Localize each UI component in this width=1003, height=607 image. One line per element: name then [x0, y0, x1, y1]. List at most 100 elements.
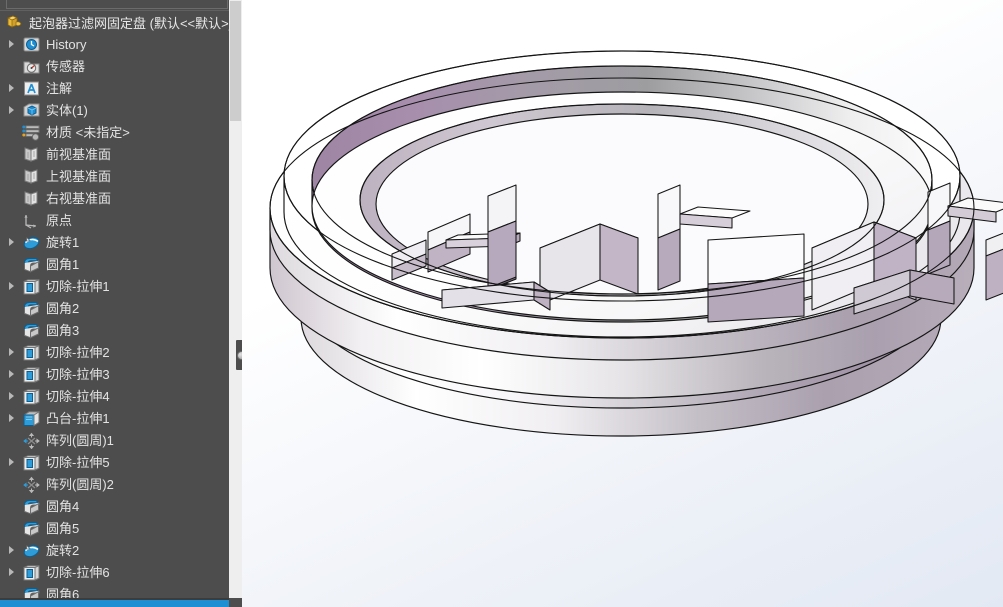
- cut-extrude-icon: [22, 344, 42, 361]
- feature-tree-item-label: History: [46, 36, 87, 52]
- feature-tree-item[interactable]: 凸台-拉伸1: [0, 407, 242, 429]
- feature-tree-item[interactable]: 阵列(圆周)1: [0, 429, 242, 451]
- feature-tree-item[interactable]: 切除-拉伸2: [0, 341, 242, 363]
- cut-extrude-icon: [22, 366, 42, 383]
- feature-tree-item-label: 旋转1: [46, 234, 80, 250]
- circular-pattern-icon: [22, 476, 42, 493]
- expand-arrow-toggle[interactable]: [0, 282, 22, 290]
- feature-tree-item-label: 圆角4: [46, 498, 80, 514]
- feature-tree-item-label: 切除-拉伸1: [46, 278, 110, 294]
- feature-tree-item[interactable]: 圆角1: [0, 253, 242, 275]
- fillet-icon: [22, 300, 42, 317]
- feature-tree-item[interactable]: 注解: [0, 77, 242, 99]
- cut-extrude-icon: [22, 278, 42, 295]
- feature-tree-list[interactable]: History 传感器 注解 实体(1) 材质 <未指定> 前视基准面 上视基准…: [0, 33, 242, 602]
- expand-arrow-toggle[interactable]: [0, 106, 22, 114]
- expand-arrow-toggle[interactable]: [0, 546, 22, 554]
- chevron-right-icon: [8, 106, 14, 114]
- history-icon: [22, 36, 42, 53]
- feature-tree-item[interactable]: 上视基准面: [0, 165, 242, 187]
- expand-arrow-toggle[interactable]: [0, 84, 22, 92]
- chevron-right-icon: [8, 40, 14, 48]
- document-title: 起泡器过滤网固定盘 (默认<<默认>_显: [29, 15, 242, 31]
- revolve-icon: [22, 542, 42, 559]
- chevron-right-icon: [8, 84, 14, 92]
- feature-tree-item-label: 圆角3: [46, 322, 80, 338]
- feature-tree-item-label: 前视基准面: [46, 146, 112, 162]
- expand-arrow-toggle[interactable]: [0, 40, 22, 48]
- feature-tree-item[interactable]: 右视基准面: [0, 187, 242, 209]
- feature-tree-item-label: 切除-拉伸3: [46, 366, 110, 382]
- feature-tree-item-label: 上视基准面: [46, 168, 112, 184]
- feature-tree-item[interactable]: 切除-拉伸3: [0, 363, 242, 385]
- chevron-right-icon: [8, 348, 14, 356]
- feature-tree-item[interactable]: History: [0, 33, 242, 55]
- feature-tree-item[interactable]: 阵列(圆周)2: [0, 473, 242, 495]
- panel-tab-strip[interactable]: [6, 0, 228, 9]
- tree-horizontal-scrollbar-thumb[interactable]: [0, 600, 229, 607]
- feature-tree-item[interactable]: 圆角5: [0, 517, 242, 539]
- chevron-right-icon: [8, 458, 14, 466]
- feature-tree-item[interactable]: 圆角3: [0, 319, 242, 341]
- feature-manager-panel: 起泡器过滤网固定盘 (默认<<默认>_显 History 传感器 注解 实体(1…: [0, 0, 242, 607]
- sensors-icon: [22, 58, 42, 75]
- expand-arrow-toggle[interactable]: [0, 458, 22, 466]
- feature-tree-item[interactable]: 切除-拉伸1: [0, 275, 242, 297]
- feature-tree-item-label: 材质 <未指定>: [46, 124, 130, 140]
- feature-tree-item[interactable]: 材质 <未指定>: [0, 121, 242, 143]
- feature-tree-item-label: 切除-拉伸5: [46, 454, 110, 470]
- cut-extrude-icon: [22, 564, 42, 581]
- feature-tree-item[interactable]: 圆角4: [0, 495, 242, 517]
- revolve-icon: [22, 234, 42, 251]
- feature-tree-item-label: 阵列(圆周)1: [46, 432, 114, 448]
- feature-tree-item[interactable]: 切除-拉伸4: [0, 385, 242, 407]
- feature-tree-item[interactable]: 传感器: [0, 55, 242, 77]
- feature-tree-item[interactable]: 前视基准面: [0, 143, 242, 165]
- feature-tree-item-label: 切除-拉伸2: [46, 344, 110, 360]
- feature-tree-item[interactable]: 圆角2: [0, 297, 242, 319]
- fillet-icon: [22, 498, 42, 515]
- feature-tree-item-label: 传感器: [46, 58, 86, 74]
- feature-tree-item-label: 阵列(圆周)2: [46, 476, 114, 492]
- annotations-icon: [22, 80, 42, 97]
- document-title-row[interactable]: 起泡器过滤网固定盘 (默认<<默认>_显: [0, 11, 242, 33]
- cad-model-aerator-filter-retaining-disc: [269, 50, 1003, 437]
- feature-tree-item[interactable]: 原点: [0, 209, 242, 231]
- tree-horizontal-scrollbar[interactable]: [0, 598, 229, 607]
- feature-tree-item-label: 凸台-拉伸1: [46, 410, 110, 426]
- plane-icon: [22, 146, 42, 163]
- feature-tree-item-label: 切除-拉伸6: [46, 564, 110, 580]
- cut-extrude-icon: [22, 454, 42, 471]
- plane-icon: [22, 168, 42, 185]
- feature-tree-item[interactable]: 实体(1): [0, 99, 242, 121]
- chevron-right-icon: [8, 414, 14, 422]
- expand-arrow-toggle[interactable]: [0, 370, 22, 378]
- graphics-viewport[interactable]: [242, 0, 1003, 607]
- solid-bodies-icon: [22, 102, 42, 119]
- feature-tree-item-label: 圆角2: [46, 300, 80, 316]
- chevron-right-icon: [8, 568, 14, 576]
- fillet-icon: [22, 256, 42, 273]
- material-icon: [22, 124, 42, 141]
- feature-tree-item[interactable]: 旋转1: [0, 231, 242, 253]
- feature-tree-item-label: 圆角5: [46, 520, 80, 536]
- tree-vertical-scrollbar-thumb[interactable]: [230, 1, 241, 121]
- expand-arrow-toggle[interactable]: [0, 238, 22, 246]
- expand-arrow-toggle[interactable]: [0, 568, 22, 576]
- feature-tree-item[interactable]: 切除-拉伸6: [0, 561, 242, 583]
- feature-tree-item-label: 切除-拉伸4: [46, 388, 110, 404]
- feature-tree-item-label: 圆角1: [46, 256, 80, 272]
- tree-vertical-scrollbar[interactable]: [229, 0, 242, 598]
- fillet-icon: [22, 322, 42, 339]
- feature-tree-item[interactable]: 旋转2: [0, 539, 242, 561]
- feature-tree-item-label: 实体(1): [46, 102, 88, 118]
- panel-tab-strip-area: [0, 0, 242, 11]
- feature-tree-item[interactable]: 切除-拉伸5: [0, 451, 242, 473]
- plane-icon: [22, 190, 42, 207]
- chevron-right-icon: [8, 392, 14, 400]
- expand-arrow-toggle[interactable]: [0, 392, 22, 400]
- feature-tree-item-label: 注解: [46, 80, 73, 96]
- expand-arrow-toggle[interactable]: [0, 348, 22, 356]
- expand-arrow-toggle[interactable]: [0, 414, 22, 422]
- part-document-icon: [6, 14, 24, 30]
